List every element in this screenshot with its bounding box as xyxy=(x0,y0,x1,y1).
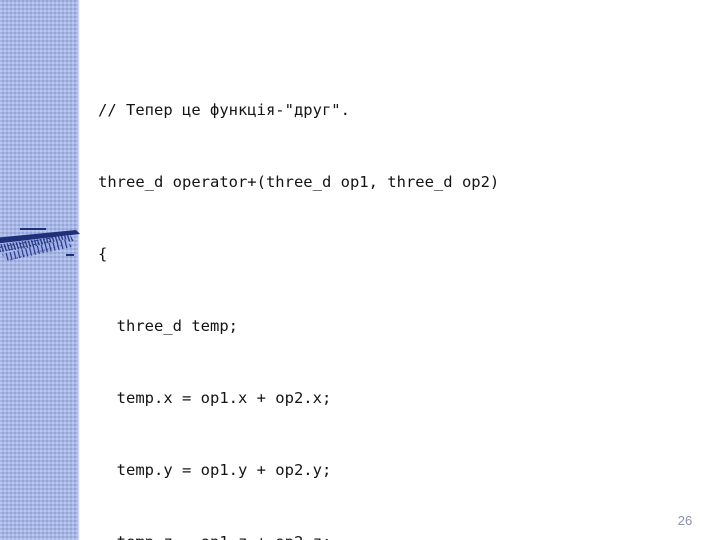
code-line: temp.y = op1.y + op2.y; xyxy=(98,461,332,479)
code-line: { xyxy=(98,245,108,263)
left-decorative-sidebar xyxy=(0,0,78,540)
code-content-area: // Тепер це функція-"друг". three_d oper… xyxy=(98,50,698,540)
slide-canvas: // Тепер це функція-"друг". three_d oper… xyxy=(0,0,720,540)
code-line: temp.x = op1.x + op2.x; xyxy=(98,389,332,407)
page-number: 26 xyxy=(677,513,693,528)
code-line: temp.z = op1.z + op2.z; xyxy=(98,530,698,540)
code-line: // Тепер це функція-"друг". xyxy=(98,101,350,119)
code-line: three_d temp; xyxy=(98,317,238,335)
sidebar-edge-gradient xyxy=(78,0,80,540)
code-line: three_d operator+(three_d op1, three_d o… xyxy=(98,173,500,191)
code-block-operator-plus: // Тепер це функція-"друг". three_d oper… xyxy=(98,50,698,540)
